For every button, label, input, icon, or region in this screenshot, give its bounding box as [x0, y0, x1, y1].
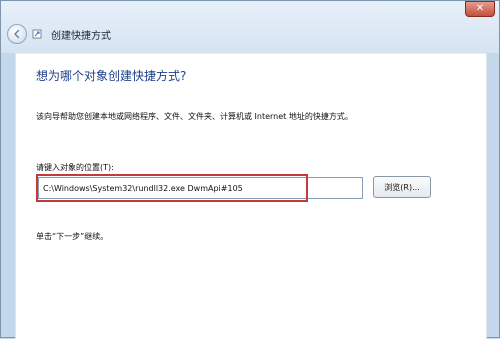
close-icon: ✕: [475, 3, 485, 14]
content-divider: [16, 53, 486, 54]
titlebar: ✕ 创建快捷方式: [1, 1, 499, 53]
back-arrow-icon: [14, 29, 20, 39]
next-step-hint: 单击“下一步”继续。: [36, 232, 109, 241]
create-shortcut-window: ✕ 创建快捷方式 想为哪个对象创建快捷方式? 该向导帮助您创建本地或网络程序、文…: [0, 0, 500, 339]
close-button[interactable]: ✕: [465, 1, 495, 17]
shortcut-wizard-icon: [32, 29, 42, 39]
location-input[interactable]: [38, 177, 363, 199]
wizard-content: 想为哪个对象创建快捷方式? 该向导帮助您创建本地或网络程序、文件、文件夹、计算机…: [15, 53, 487, 339]
browse-button[interactable]: 浏览(R)...: [373, 176, 431, 198]
window-title: 创建快捷方式: [51, 31, 111, 42]
back-button[interactable]: [7, 24, 27, 44]
page-heading: 想为哪个对象创建快捷方式?: [36, 69, 187, 83]
wizard-description: 该向导帮助您创建本地或网络程序、文件、文件夹、计算机或 Internet 地址的…: [36, 112, 353, 121]
location-label: 请键入对象的位置(T):: [36, 163, 114, 172]
